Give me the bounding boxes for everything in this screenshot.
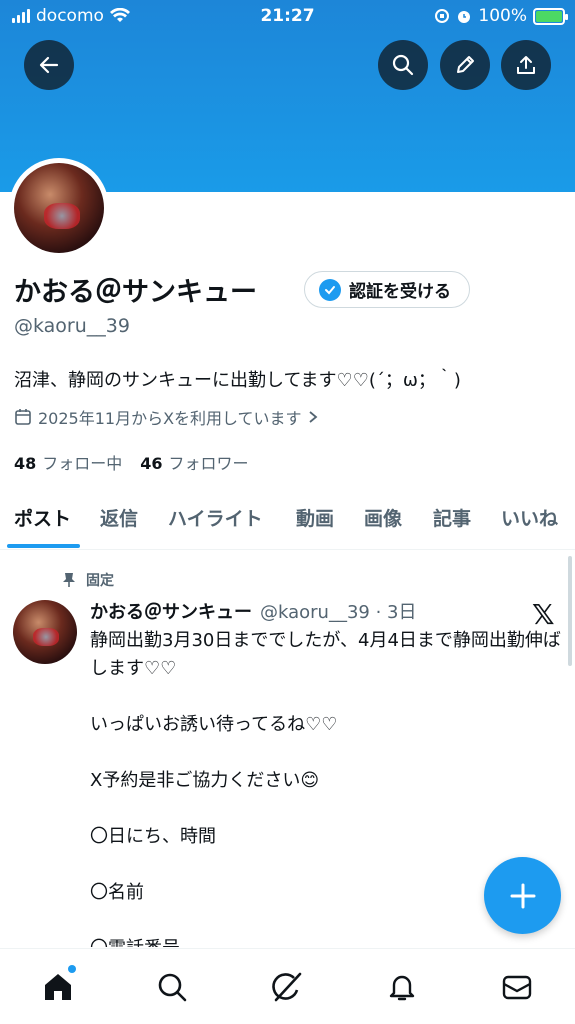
notification-dot — [68, 965, 76, 973]
display-name: かおる＠サンキュー — [14, 277, 257, 308]
tab-replies[interactable]: 返信 — [100, 504, 138, 531]
battery-percent: 100% — [478, 6, 527, 26]
following-label: フォロー中 — [42, 454, 123, 473]
edit-profile-button[interactable] — [440, 40, 490, 90]
pinned-indicator: 固定 — [62, 570, 114, 590]
compose-button[interactable] — [484, 857, 561, 934]
profile-tabs: ポスト 返信 ハイライト 動画 画像 記事 いいね — [0, 492, 575, 550]
search-icon — [392, 54, 414, 76]
post-line: X予約是非ご協力ください😊 — [90, 770, 320, 791]
search-button[interactable] — [378, 40, 428, 90]
messages-icon — [502, 975, 532, 1000]
calendar-icon — [15, 409, 31, 425]
tab-highlights[interactable]: ハイライト — [168, 504, 263, 531]
bottom-nav — [0, 948, 575, 1024]
following-link[interactable]: 48 フォロー中 — [14, 450, 122, 474]
share-icon — [517, 56, 535, 74]
grok-icon — [272, 972, 302, 1002]
followers-count: 46 — [140, 454, 163, 473]
edit-pencil-icon — [457, 56, 474, 73]
nav-notifications[interactable] — [382, 967, 422, 1007]
search-icon — [158, 973, 187, 1002]
post-handle-time: @kaoru__39 · 3日 — [260, 602, 417, 623]
profile-bio: 沼津、静岡のサンキューに出勤してます♡♡(´；ω；｀) — [14, 370, 461, 391]
chevron-right-icon — [308, 411, 317, 423]
followers-label: フォロワー — [168, 454, 249, 473]
get-verified-label: 認証を受ける — [349, 282, 451, 302]
home-icon — [45, 974, 71, 1000]
tab-videos[interactable]: 動画 — [296, 504, 334, 531]
tab-posts[interactable]: ポスト — [14, 504, 71, 531]
pin-icon — [63, 573, 75, 587]
get-verified-button[interactable]: 認証を受ける — [304, 271, 470, 308]
post-author-avatar[interactable] — [13, 600, 77, 664]
nav-grok[interactable] — [267, 967, 307, 1007]
post-line: いっぱいお誘い待ってるね♡♡ — [90, 714, 338, 735]
avatar-image — [14, 163, 104, 253]
joined-label: 2025年11月からXを利用しています — [38, 409, 302, 428]
active-tab-indicator — [7, 544, 80, 548]
joined-date[interactable]: 2025年11月からXを利用しています — [14, 405, 318, 429]
tab-articles[interactable]: 記事 — [433, 504, 471, 531]
post-line: 〇日にち、時間 — [90, 826, 216, 847]
following-count: 48 — [14, 454, 37, 473]
scrollbar[interactable] — [568, 556, 572, 666]
share-button[interactable] — [501, 40, 551, 90]
plus-icon — [510, 883, 535, 908]
profile-avatar[interactable] — [9, 158, 109, 258]
orientation-lock-icon — [435, 9, 450, 23]
back-arrow-icon — [39, 56, 59, 74]
post-author-name[interactable]: かおる＠サンキュー — [90, 602, 252, 623]
nav-home[interactable] — [38, 965, 78, 1007]
nav-search[interactable] — [152, 967, 192, 1007]
status-right: 100% — [434, 6, 568, 26]
post-line: 静岡出勤3月30日まででしたが、4月4日まで静岡出勤伸ばします♡♡ — [90, 630, 561, 679]
tab-photos[interactable]: 画像 — [364, 504, 402, 531]
post-line: 〇電話番号 — [90, 935, 565, 947]
back-button[interactable] — [24, 40, 74, 90]
notifications-icon — [389, 975, 415, 1001]
followers-link[interactable]: 46 フォロワー — [140, 450, 248, 474]
battery-icon — [533, 7, 568, 25]
tab-likes[interactable]: いいね — [501, 504, 558, 531]
profile-handle: @kaoru__39 — [14, 315, 130, 337]
verified-badge-icon — [319, 278, 341, 301]
pinned-label: 固定 — [86, 573, 114, 589]
post-header: かおる＠サンキュー @kaoru__39 · 3日 — [90, 598, 416, 624]
alarm-icon — [458, 11, 471, 23]
follow-stats: 48 フォロー中 46 フォロワー — [14, 450, 249, 474]
status-bar: docomo 21:27 100% — [0, 0, 575, 34]
nav-messages[interactable] — [497, 967, 537, 1007]
